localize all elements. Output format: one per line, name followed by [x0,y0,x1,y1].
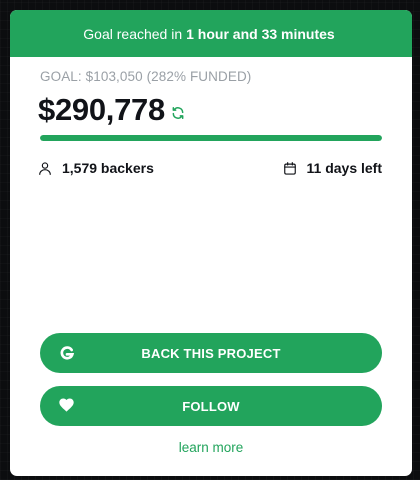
person-icon [39,161,51,175]
funding-card: Goal reached in 1 hour and 33 minutes GO… [10,10,412,476]
learn-more-link[interactable]: learn more [10,440,412,455]
days-left-stat: 11 days left [283,160,383,176]
banner-prefix: Goal reached in [83,25,183,42]
follow-button[interactable]: FOLLOW [40,386,382,426]
back-project-button[interactable]: BACK THIS PROJECT [40,333,382,373]
goal-text: GOAL: $103,050 (282% FUNDED) [40,69,252,84]
follow-label: FOLLOW [182,398,240,414]
days-left: 11 days left [306,160,383,176]
funding-progress-bar [40,135,382,141]
raised-amount: $290,778 [38,92,165,127]
funding-progress-fill [40,135,382,141]
back-project-label: BACK THIS PROJECT [141,345,281,361]
gofundme-g-icon [59,345,75,361]
backers-count: 1,579 backers [62,160,154,176]
goal-reached-banner: Goal reached in 1 hour and 33 minutes [10,10,412,57]
refresh-icon [171,106,185,120]
calendar-icon [283,161,296,175]
amount-row: $290,778 [38,92,185,128]
backers-stat: 1,579 backers [38,160,154,176]
heart-icon [59,398,74,412]
banner-duration: 1 hour and 33 minutes [186,25,335,42]
